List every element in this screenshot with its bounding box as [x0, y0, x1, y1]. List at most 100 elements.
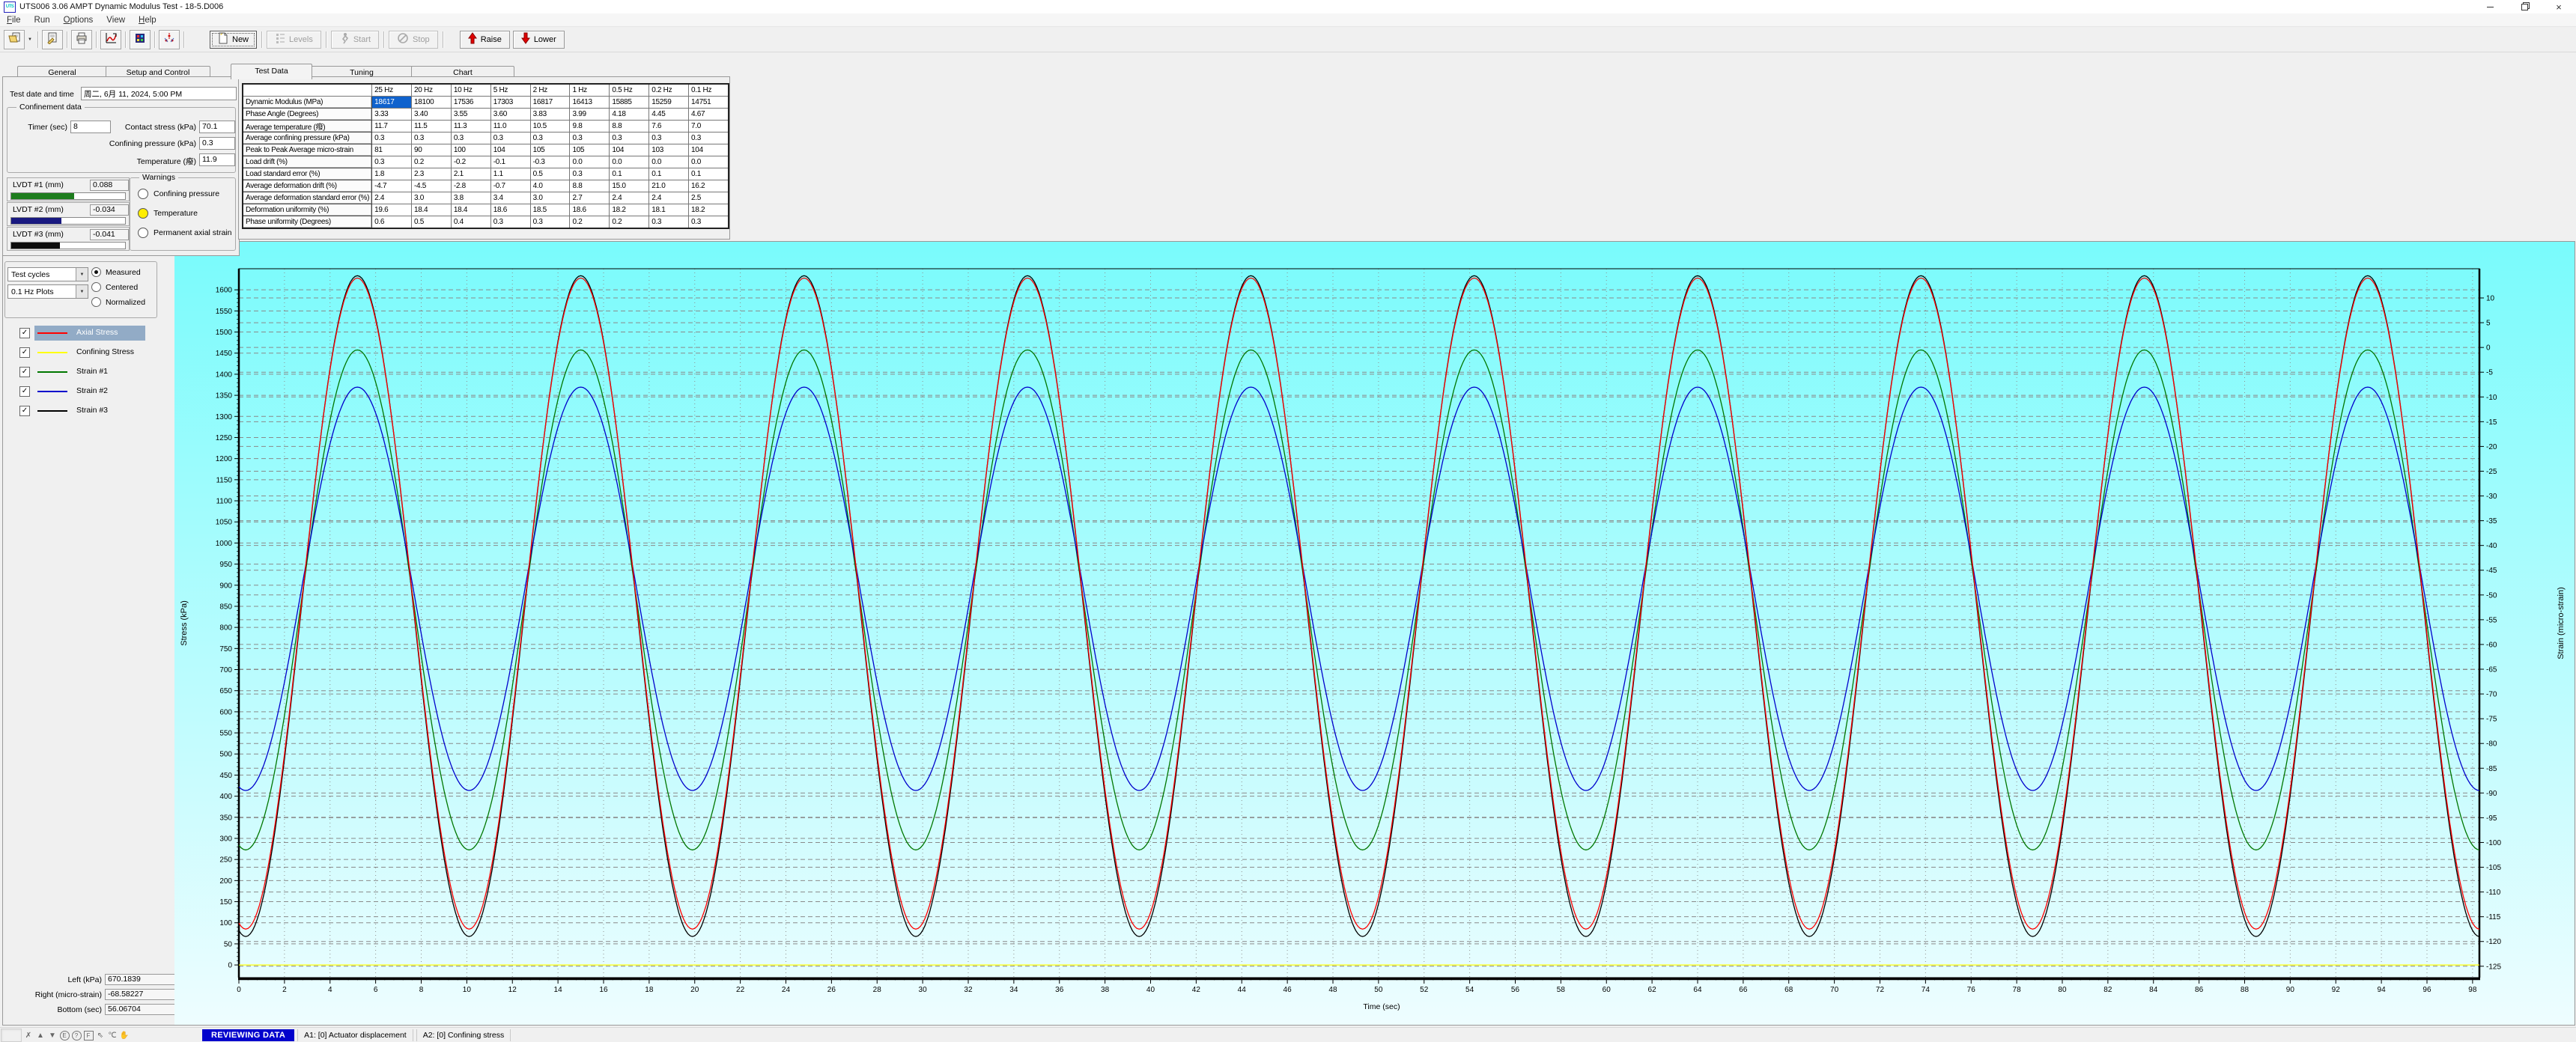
delete-x-icon[interactable]: ✗	[23, 1029, 34, 1041]
table-cell[interactable]: 0.5	[412, 216, 452, 229]
table-cell[interactable]: 16413	[570, 97, 610, 109]
table-cell[interactable]: 0.3	[649, 216, 689, 229]
table-cell[interactable]: 18.2	[610, 204, 649, 216]
table-cell-selected[interactable]: 18617	[372, 97, 412, 109]
table-cell[interactable]: 0.3	[451, 132, 490, 144]
table-cell[interactable]: 7.0	[689, 121, 729, 132]
table-cell[interactable]: 0.3	[689, 216, 729, 229]
table-cell[interactable]: 0.1	[649, 168, 689, 180]
table-cell[interactable]: 0.3	[372, 132, 412, 144]
table-cell[interactable]: 81	[372, 144, 412, 156]
table-cell[interactable]: -0.1	[490, 156, 530, 168]
table-cell[interactable]: 4.67	[689, 109, 729, 121]
table-cell[interactable]: 2.7	[570, 192, 610, 204]
menu-file[interactable]: File	[0, 16, 28, 25]
menu-run[interactable]: Run	[28, 16, 57, 25]
table-cell[interactable]: 2.4	[610, 192, 649, 204]
table-cell[interactable]: 0.3	[610, 132, 649, 144]
table-cell[interactable]: 3.99	[570, 109, 610, 121]
menu-view[interactable]: View	[100, 16, 132, 25]
toolbar-print-button[interactable]	[71, 30, 92, 49]
table-cell[interactable]: 8.8	[610, 121, 649, 132]
minimize-button[interactable]	[2473, 0, 2507, 13]
table-cell[interactable]: 10.5	[530, 121, 570, 132]
table-cell[interactable]: 0.3	[570, 132, 610, 144]
table-cell[interactable]: 18.5	[530, 204, 570, 216]
table-cell[interactable]: 1.1	[490, 168, 530, 180]
table-cell[interactable]: 15885	[610, 97, 649, 109]
table-cell[interactable]: 11.0	[490, 121, 530, 132]
table-cell[interactable]: 104	[610, 144, 649, 156]
table-cell[interactable]: 16.2	[689, 180, 729, 192]
encoder-icon[interactable]: E	[59, 1029, 70, 1041]
table-cell[interactable]: 18100	[412, 97, 452, 109]
table-cell[interactable]: 0.3	[412, 132, 452, 144]
table-cell[interactable]: 17303	[490, 97, 530, 109]
table-cell[interactable]: 17536	[451, 97, 490, 109]
radio-measured[interactable]: Measured	[91, 267, 141, 277]
table-cell[interactable]: 0.2	[610, 216, 649, 229]
toolbar-tuning-button[interactable]	[159, 30, 180, 49]
table-cell[interactable]: 7.6	[649, 121, 689, 132]
table-cell[interactable]: 0.0	[689, 156, 729, 168]
table-cell[interactable]: 0.6	[372, 216, 412, 229]
table-cell[interactable]: 0.4	[451, 216, 490, 229]
radio-dot-measured[interactable]	[91, 267, 101, 277]
cycle-type-select[interactable]: Test cycles ▼	[7, 267, 88, 281]
chevron-down-icon[interactable]: ▼	[76, 285, 88, 298]
table-cell[interactable]: -2.8	[451, 180, 490, 192]
table-cell[interactable]: 8.8	[570, 180, 610, 192]
table-cell[interactable]: 3.8	[451, 192, 490, 204]
table-cell[interactable]: 100	[451, 144, 490, 156]
table-cell[interactable]: 0.2	[412, 156, 452, 168]
table-cell[interactable]: 3.40	[412, 109, 452, 121]
table-cell[interactable]: -0.3	[530, 156, 570, 168]
table-cell[interactable]: 0.3	[689, 132, 729, 144]
legend-item-axial-stress[interactable]: ✓Axial Stress	[6, 326, 163, 342]
legend-checkbox-confining-stress[interactable]: ✓	[19, 347, 30, 358]
restore-button[interactable]	[2507, 0, 2542, 13]
chart-plot-area[interactable]: 0246810121416182022242628303234363840424…	[174, 242, 2575, 1025]
table-cell[interactable]: 11.7	[372, 121, 412, 132]
table-cell[interactable]: 3.4	[490, 192, 530, 204]
table-cell[interactable]: 18.2	[689, 204, 729, 216]
table-cell[interactable]: -0.2	[451, 156, 490, 168]
table-cell[interactable]: 0.0	[570, 156, 610, 168]
table-cell[interactable]: 0.0	[649, 156, 689, 168]
down-arrow-icon[interactable]: ▼	[47, 1029, 58, 1041]
table-cell[interactable]: 3.0	[412, 192, 452, 204]
table-cell[interactable]: -0.7	[490, 180, 530, 192]
legend-item-strain-1[interactable]: ✓Strain #1	[6, 365, 163, 381]
table-cell[interactable]: 0.0	[610, 156, 649, 168]
table-cell[interactable]: 0.3	[530, 216, 570, 229]
table-cell[interactable]: 3.33	[372, 109, 412, 121]
table-cell[interactable]: -4.7	[372, 180, 412, 192]
menu-options[interactable]: Options	[57, 16, 100, 25]
table-cell[interactable]: 3.60	[490, 109, 530, 121]
toolbar-open-dropdown[interactable]: ▼	[25, 31, 34, 49]
toolbar-chart-button[interactable]	[100, 30, 121, 49]
table-cell[interactable]: 0.3	[372, 156, 412, 168]
table-cell[interactable]: 2.1	[451, 168, 490, 180]
new-button[interactable]: New	[210, 31, 257, 49]
table-cell[interactable]: 2.3	[412, 168, 452, 180]
legend-checkbox-strain-1[interactable]: ✓	[19, 367, 30, 377]
table-cell[interactable]: 18.4	[451, 204, 490, 216]
table-cell[interactable]: 3.0	[530, 192, 570, 204]
toolbar-levels-grid-button[interactable]	[130, 30, 151, 49]
gauge-icon[interactable]: ?	[71, 1029, 82, 1041]
table-cell[interactable]: 19.6	[372, 204, 412, 216]
plots-select[interactable]: 0.1 Hz Plots ▼	[7, 284, 88, 299]
table-cell[interactable]: 0.5	[530, 168, 570, 180]
legend-item-strain-3[interactable]: ✓Strain #3	[6, 403, 163, 420]
table-cell[interactable]: 4.45	[649, 109, 689, 121]
table-cell[interactable]: 1.8	[372, 168, 412, 180]
table-cell[interactable]: 4.0	[530, 180, 570, 192]
table-cell[interactable]: 105	[570, 144, 610, 156]
radio-dot-centered[interactable]	[91, 282, 101, 292]
table-cell[interactable]: 15.0	[610, 180, 649, 192]
legend-item-strain-2[interactable]: ✓Strain #2	[6, 384, 163, 400]
toolbar-open-report-button[interactable]	[4, 30, 25, 49]
radio-centered[interactable]: Centered	[91, 282, 138, 292]
tab-test-data[interactable]: Test Data	[231, 64, 312, 79]
